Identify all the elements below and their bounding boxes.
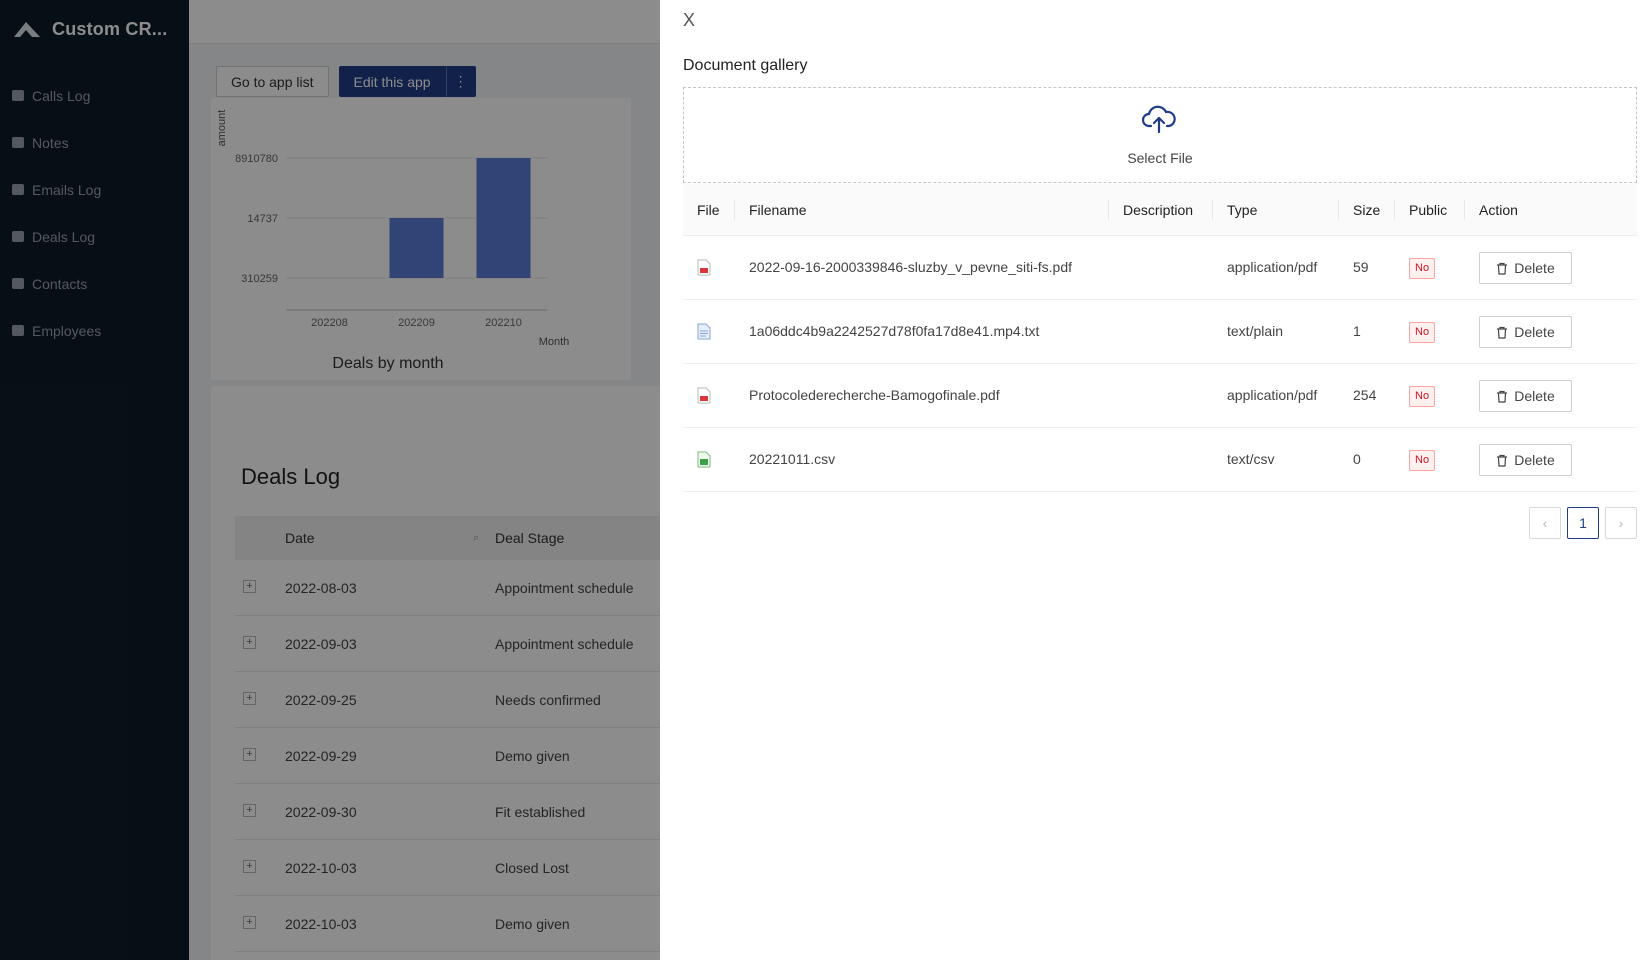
files-table: File Filename Description Type Size Publ… [683,184,1637,492]
delete-label: Delete [1514,260,1555,276]
delete-label: Delete [1514,324,1555,340]
public-badge: No [1409,386,1436,407]
text-file-icon [697,323,711,340]
column-type: Type [1227,202,1258,218]
delete-button[interactable]: Delete [1479,252,1572,284]
column-divider [1108,200,1109,220]
column-divider [1338,200,1339,220]
file-row: 20221011.csv text/csv 0 No Delete [683,428,1637,492]
cloud-upload-icon [1142,105,1176,134]
file-size: 0 [1353,451,1361,467]
filename: 2022-09-16-2000339846-sluzby_v_pevne_sit… [749,259,1072,275]
column-description: Description [1123,202,1194,218]
file-size: 254 [1353,387,1377,403]
file-type: text/csv [1227,451,1275,467]
column-public: Public [1409,202,1448,218]
column-filename: Filename [749,202,807,218]
filename: 20221011.csv [749,451,836,467]
file-size: 59 [1353,259,1369,275]
public-badge: No [1409,258,1436,279]
pdf-file-icon [697,387,711,404]
pagination-next-button[interactable]: › [1605,507,1637,539]
column-file: File [697,202,720,218]
close-icon[interactable]: X [683,10,695,31]
column-divider [1212,200,1213,220]
public-badge: No [1409,322,1436,343]
pagination-prev-button[interactable]: ‹ [1529,507,1561,539]
pagination-page-1[interactable]: 1 [1567,507,1599,539]
column-divider [1394,200,1395,220]
file-type: text/plain [1227,323,1284,339]
trash-icon [1497,454,1508,467]
select-file-label: Select File [1127,150,1193,166]
trash-icon [1497,390,1508,403]
pdf-file-icon [697,259,711,276]
delete-button[interactable]: Delete [1479,316,1572,348]
public-badge: No [1409,450,1436,471]
filename: 1a06ddc4b9a2242527d78f0fa17d8e41.mp4.txt [749,323,1040,339]
files-table-header: File Filename Description Type Size Publ… [683,184,1637,236]
delete-label: Delete [1514,452,1555,468]
trash-icon [1497,262,1508,275]
filename: Protocolederecherche-Bamogofinale.pdf [749,387,1000,403]
file-size: 1 [1353,323,1361,339]
document-gallery-drawer: X Document gallery Select File File File… [660,0,1648,960]
file-type: application/pdf [1227,387,1318,403]
file-upload-dropzone[interactable]: Select File [683,87,1637,183]
column-size: Size [1353,202,1381,218]
file-row: Protocolederecherche-Bamogofinale.pdf ap… [683,364,1637,428]
delete-button[interactable]: Delete [1479,444,1572,476]
delete-button[interactable]: Delete [1479,380,1572,412]
file-type: application/pdf [1227,259,1318,275]
file-row: 1a06ddc4b9a2242527d78f0fa17d8e41.mp4.txt… [683,300,1637,364]
csv-file-icon [697,451,711,468]
column-divider [734,200,735,220]
column-divider [1464,200,1465,220]
drawer-title: Document gallery [683,57,808,74]
trash-icon [1497,326,1508,339]
delete-label: Delete [1514,388,1555,404]
file-row: 2022-09-16-2000339846-sluzby_v_pevne_sit… [683,236,1637,300]
column-action: Action [1479,202,1518,218]
